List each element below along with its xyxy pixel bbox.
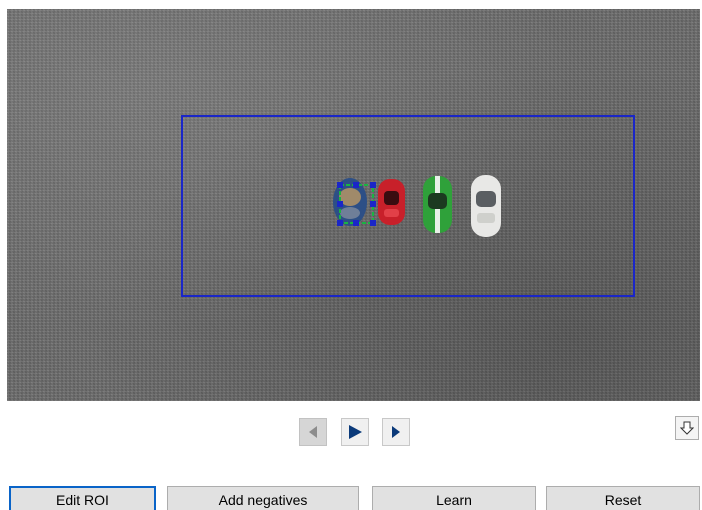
learn-button[interactable]: Learn (372, 486, 536, 510)
learn-label: Learn (436, 492, 472, 508)
play-button[interactable] (341, 418, 369, 446)
reset-button[interactable]: Reset (546, 486, 700, 510)
previous-frame-button[interactable] (299, 418, 327, 446)
next-frame-button[interactable] (382, 418, 410, 446)
add-negatives-button[interactable]: Add negatives (167, 486, 359, 510)
play-icon (349, 425, 362, 439)
add-negatives-label: Add negatives (218, 492, 308, 508)
step-back-icon (309, 426, 317, 438)
download-button[interactable] (675, 416, 699, 440)
video-frame[interactable] (7, 9, 700, 401)
step-forward-icon (392, 426, 400, 438)
edit-roi-label: Edit ROI (56, 492, 109, 508)
app-window: Edit ROI Add negatives Learn Reset (0, 0, 702, 510)
reset-label: Reset (604, 492, 642, 508)
edit-roi-button[interactable]: Edit ROI (9, 486, 156, 510)
down-arrow-icon (680, 421, 694, 435)
roi-rectangle[interactable] (181, 115, 635, 297)
